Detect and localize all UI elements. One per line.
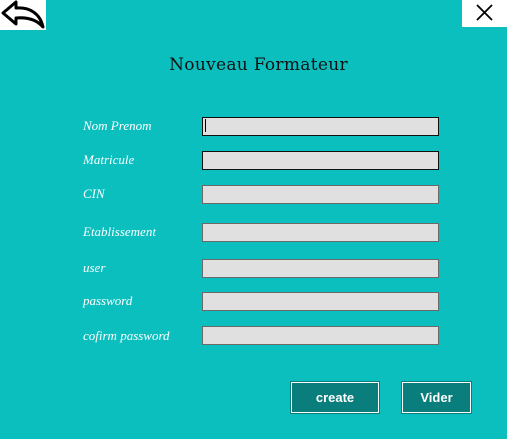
confirm-password-input[interactable]	[202, 326, 439, 345]
nom-prenom-label: Nom Prenom	[83, 118, 152, 133]
matricule-input[interactable]	[202, 151, 439, 170]
confirm-password-label: cofirm password	[83, 328, 170, 343]
cin-label: CIN	[83, 186, 105, 201]
user-input[interactable]	[202, 259, 439, 278]
page-title: Nouveau Formateur	[169, 55, 348, 75]
create-button[interactable]: create	[290, 381, 380, 414]
etablissement-label: Etablissement	[83, 224, 156, 239]
cin-input[interactable]	[202, 185, 439, 204]
password-label: password	[83, 293, 133, 308]
matricule-label: Matricule	[83, 152, 135, 167]
text-caret	[205, 119, 206, 132]
etablissement-input[interactable]	[202, 223, 439, 242]
close-icon	[476, 4, 493, 21]
user-label: user	[83, 260, 106, 275]
nom-prenom-input[interactable]	[202, 117, 439, 136]
password-input[interactable]	[202, 292, 439, 311]
back-button[interactable]	[0, 0, 46, 30]
close-button[interactable]	[462, 0, 507, 27]
clear-button[interactable]: Vider	[401, 381, 472, 414]
back-arrow-icon	[1, 0, 45, 29]
